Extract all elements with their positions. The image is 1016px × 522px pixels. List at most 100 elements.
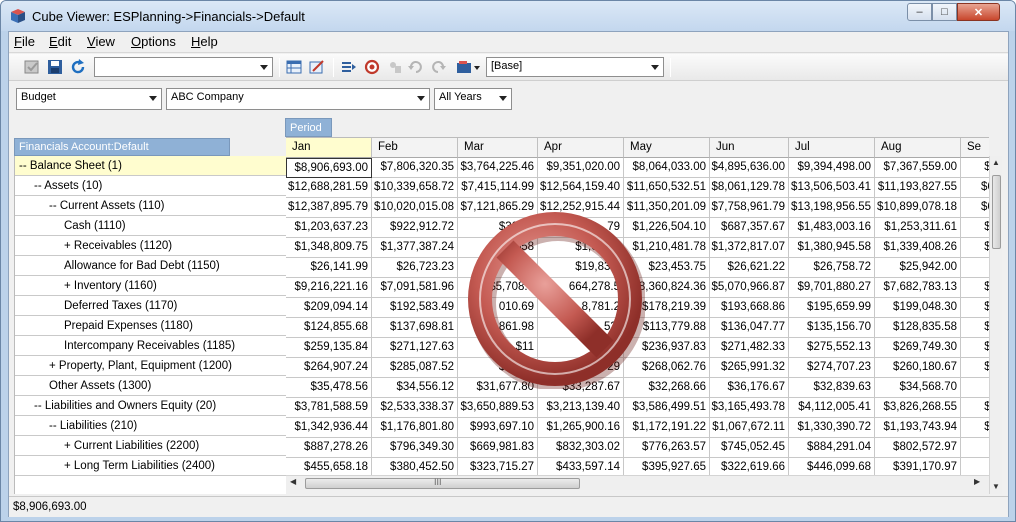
data-cell[interactable]: $9,394,498.00 [789,158,875,178]
entity-select[interactable]: ABC Company [166,88,430,110]
data-cell[interactable]: $993,697.10 [458,418,538,438]
data-cell[interactable]: $3,764,225.46 [458,158,538,178]
column-header-aug[interactable]: Aug [875,138,961,158]
menu-help[interactable]: Help [188,34,221,49]
attachment-icon[interactable] [455,58,481,76]
column-header-apr[interactable]: Apr [538,138,624,158]
data-cell[interactable]: $34,568.70 [875,378,961,398]
data-cell[interactable]: $1,253,311.61 [875,218,961,238]
data-cell[interactable]: $1,380,945.58 [789,238,875,258]
data-cell[interactable]: $265,991.32 [710,358,789,378]
data-cell[interactable]: $12,387,895.79 [286,198,372,218]
lock-icon[interactable] [386,58,404,76]
row-dimension-header[interactable]: Financials Account:Default [14,138,230,156]
data-cell[interactable]: $1,342,936.44 [286,418,372,438]
data-cell[interactable]: $128,835.58 [875,318,961,338]
data-cell[interactable]: $887,278.26 [286,438,372,458]
minimize-button[interactable]: – [907,3,932,21]
data-cell[interactable]: $1 [961,338,989,358]
data-cell[interactable]: $11,650,532.51 [624,178,710,198]
data-cell[interactable]: $2,533,338.37 [372,398,458,418]
data-cell[interactable]: $10,899,078.18 [875,198,961,218]
data-cell[interactable]: $7,091,581.96 [372,278,458,298]
data-cell[interactable] [961,378,989,398]
data-cell[interactable]: $1 [961,318,989,338]
row-label[interactable]: + Inventory (1160) [15,276,287,296]
data-cell[interactable]: $ [961,438,989,458]
row-label[interactable]: + Long Term Liabilities (2400) [15,456,287,476]
period-dimension-tag[interactable]: Period [285,118,332,137]
data-cell[interactable]: $3 [961,278,989,298]
data-cell[interactable]: $10,339,658.72 [372,178,458,198]
data-cell[interactable]: $4,895,636.00 [710,158,789,178]
close-button[interactable]: ✕ [957,3,1000,21]
row-label[interactable]: -- Assets (10) [15,176,287,196]
data-cell[interactable]: $26,141.99 [286,258,372,278]
scroll-left-arrow-icon[interactable]: ◀ [290,477,296,486]
data-cell[interactable]: $776,263.57 [624,438,710,458]
data-cell[interactable]: $1,193,743.94 [875,418,961,438]
data-cell[interactable]: $884,291.04 [789,438,875,458]
data-cell[interactable]: $1,330,390.72 [789,418,875,438]
stop-icon[interactable] [363,58,381,76]
data-cell[interactable]: $199,048.30 [875,298,961,318]
data-cell[interactable]: $1,483,003.16 [789,218,875,238]
refresh-icon[interactable] [69,58,87,76]
maximize-button[interactable]: □ [932,3,957,21]
data-cell[interactable]: $12,564,159.40 [538,178,624,198]
data-cell[interactable]: $9,701,880.27 [789,278,875,298]
row-label[interactable]: Allowance for Bad Debt (1150) [15,256,287,276]
row-label[interactable]: Cash (1110) [15,216,287,236]
data-cell[interactable]: $13,506,503.41 [789,178,875,198]
scroll-right-arrow-icon[interactable]: ▶ [974,477,980,486]
data-cell[interactable]: $1 [961,218,989,238]
data-cell[interactable]: $8,064,033.00 [624,158,710,178]
data-cell[interactable]: $35,478.56 [286,378,372,398]
search-combo[interactable] [94,57,273,77]
column-header-mar[interactable]: Mar [458,138,538,158]
data-cell[interactable]: $802,572.97 [875,438,961,458]
data-cell[interactable]: $7,367,559.00 [875,158,961,178]
data-cell[interactable]: $745,052.45 [710,438,789,458]
menu-file[interactable]: File [11,34,38,49]
data-cell[interactable]: $285,087.52 [372,358,458,378]
data-cell[interactable]: $124,855.68 [286,318,372,338]
data-cell[interactable]: $275,552.13 [789,338,875,358]
row-label[interactable]: -- Liabilities and Owners Equity (20) [15,396,287,416]
data-cell[interactable]: $1,339,408.26 [875,238,961,258]
data-cell[interactable]: $259,135.84 [286,338,372,358]
data-cell[interactable]: $3,213,139.40 [538,398,624,418]
data-cell[interactable]: $12,688,281.59 [286,178,372,198]
row-label[interactable]: + Property, Plant, Equipment (1200) [15,356,287,376]
data-cell[interactable]: $271,127.63 [372,338,458,358]
row-label[interactable]: Other Assets (1300) [15,376,287,396]
scroll-down-arrow-icon[interactable]: ▼ [992,482,1000,491]
data-cell[interactable]: $1,176,801.80 [372,418,458,438]
grid-view-icon[interactable] [285,58,303,76]
data-cell[interactable]: $34,556.12 [372,378,458,398]
data-cell[interactable]: $1 [961,418,989,438]
data-cell[interactable]: $2 [961,398,989,418]
data-cell[interactable]: $26,758.72 [789,258,875,278]
data-cell[interactable]: $3,826,268.55 [875,398,961,418]
row-label[interactable]: -- Balance Sheet (1) [15,156,287,176]
column-header-jul[interactable]: Jul [789,138,875,158]
data-cell[interactable]: $1,348,809.75 [286,238,372,258]
data-cell[interactable]: $260,180.67 [875,358,961,378]
data-cell[interactable]: $274,707.23 [789,358,875,378]
column-header-feb[interactable]: Feb [372,138,458,158]
undo-icon[interactable] [407,58,425,76]
data-cell[interactable]: $26,621.22 [710,258,789,278]
data-cell[interactable]: $6, [961,178,989,198]
data-cell[interactable]: $26,723.23 [372,258,458,278]
data-cell[interactable]: $8,061,129.78 [710,178,789,198]
view-combo[interactable]: [Base] [486,57,664,77]
data-cell[interactable]: $922,912.72 [372,218,458,238]
column-header-may[interactable]: May [624,138,710,158]
data-cell[interactable]: $1 [961,238,989,258]
menu-view[interactable]: View [84,34,118,49]
vertical-scroll-thumb[interactable] [992,175,1001,249]
data-cell[interactable]: $9,216,221.16 [286,278,372,298]
scroll-up-arrow-icon[interactable]: ▲ [992,158,1000,167]
data-cell[interactable]: $669,981.83 [458,438,538,458]
